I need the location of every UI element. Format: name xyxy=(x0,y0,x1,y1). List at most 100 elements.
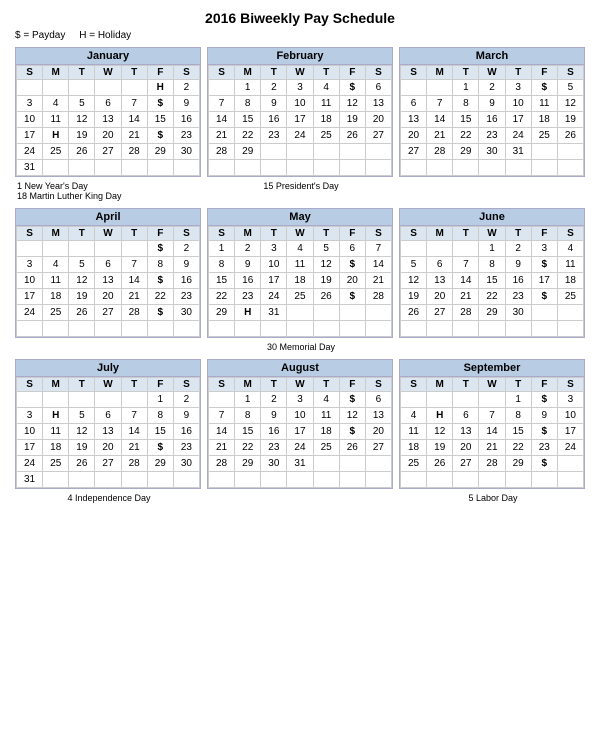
cal-cell: 11 xyxy=(43,273,69,289)
cal-cell: 11 xyxy=(313,96,339,112)
cal-cell xyxy=(95,80,121,96)
cal-cell: 12 xyxy=(427,424,453,440)
cal-cell xyxy=(69,80,95,96)
notes-cell xyxy=(399,342,585,352)
cal-cell xyxy=(121,472,147,488)
calendar-row-0: JanuarySMTWTFSH234567$91011121314151617H… xyxy=(15,47,585,177)
table-row: 10111213141516 xyxy=(17,424,200,440)
cal-cell xyxy=(427,472,453,488)
cal-cell: 27 xyxy=(95,305,121,321)
cal-cell: 15 xyxy=(147,424,173,440)
table-row: 12 xyxy=(17,392,200,408)
cal-cell: 15 xyxy=(235,112,261,128)
cal-cell xyxy=(209,321,235,337)
cal-cell: 7 xyxy=(209,408,235,424)
notes-cell: 4 Independence Day xyxy=(15,493,201,503)
cal-cell: 8 xyxy=(505,408,531,424)
cal-cell: 25 xyxy=(557,289,583,305)
cal-cell: 17 xyxy=(557,424,583,440)
calendar-january: JanuarySMTWTFSH234567$91011121314151617H… xyxy=(15,47,201,177)
day-header: T xyxy=(261,66,287,80)
notes-cell: 30 Memorial Day xyxy=(207,342,393,352)
cal-cell: 19 xyxy=(339,112,365,128)
cal-cell xyxy=(147,160,173,176)
day-header: S xyxy=(209,378,235,392)
cal-cell: 13 xyxy=(95,273,121,289)
cal-cell: $ xyxy=(531,456,557,472)
cal-cell: 4 xyxy=(43,257,69,273)
day-header: T xyxy=(505,66,531,80)
table-row: 2829 xyxy=(209,144,392,160)
cal-cell xyxy=(531,144,557,160)
cal-cell xyxy=(427,392,453,408)
calendar-may: MaySMTWTFS123456789101112$14151617181920… xyxy=(207,208,393,338)
calendar-grid-july: SMTWTFS123H56789101112131415161718192021… xyxy=(16,377,200,488)
table-row: 6789101112 xyxy=(401,96,584,112)
cal-cell: 23 xyxy=(235,289,261,305)
table-row: 1234$6 xyxy=(209,80,392,96)
cal-cell: H xyxy=(235,305,261,321)
table-row: 1234567 xyxy=(209,241,392,257)
day-header: S xyxy=(401,378,427,392)
table-row xyxy=(17,321,200,337)
table-row: 2627282930 xyxy=(401,305,584,321)
cal-cell: 4 xyxy=(557,241,583,257)
cal-cell xyxy=(209,472,235,488)
cal-cell: 26 xyxy=(69,456,95,472)
table-row: 17H192021$23 xyxy=(17,128,200,144)
cal-cell: 28 xyxy=(209,144,235,160)
cal-cell xyxy=(209,80,235,96)
cal-cell: 18 xyxy=(43,440,69,456)
cal-cell: 25 xyxy=(531,128,557,144)
cal-cell: 10 xyxy=(505,96,531,112)
cal-cell: 17 xyxy=(17,440,43,456)
cal-cell: 9 xyxy=(173,96,199,112)
cal-cell xyxy=(121,392,147,408)
day-header: F xyxy=(339,378,365,392)
cal-cell: $ xyxy=(531,289,557,305)
cal-cell: $ xyxy=(531,257,557,273)
cal-cell: 29 xyxy=(209,305,235,321)
calendar-august: AugustSMTWTFS1234$6789101112131415161718… xyxy=(207,359,393,489)
table-row xyxy=(209,472,392,488)
calendar-title-june: June xyxy=(400,209,584,226)
cal-cell: 17 xyxy=(261,273,287,289)
cal-cell: 28 xyxy=(365,289,391,305)
cal-cell: 16 xyxy=(261,424,287,440)
cal-cell: 16 xyxy=(479,112,505,128)
cal-cell xyxy=(235,472,261,488)
cal-cell: 29 xyxy=(479,305,505,321)
cal-cell: 14 xyxy=(479,424,505,440)
cal-cell: 21 xyxy=(427,128,453,144)
cal-cell: 4 xyxy=(313,80,339,96)
table-row: 18192021222324 xyxy=(401,440,584,456)
day-header: T xyxy=(121,378,147,392)
cal-cell: 26 xyxy=(401,305,427,321)
cal-cell: $ xyxy=(339,289,365,305)
cal-cell: 23 xyxy=(531,440,557,456)
cal-cell: 15 xyxy=(209,273,235,289)
cal-cell xyxy=(401,392,427,408)
day-header: F xyxy=(339,227,365,241)
legend: $ = Payday H = Holiday xyxy=(15,30,585,41)
cal-cell xyxy=(479,392,505,408)
cal-cell: 11 xyxy=(313,408,339,424)
calendar-title-april: April xyxy=(16,209,200,226)
cal-cell: 10 xyxy=(287,408,313,424)
cal-cell: 1 xyxy=(235,80,261,96)
table-row: 2425262728$30 xyxy=(17,305,200,321)
table-row: 3456789 xyxy=(17,257,200,273)
cal-cell: 15 xyxy=(147,112,173,128)
cal-cell xyxy=(147,472,173,488)
cal-cell: $ xyxy=(531,392,557,408)
cal-cell: 27 xyxy=(453,456,479,472)
cal-cell: 22 xyxy=(235,128,261,144)
cal-cell: 20 xyxy=(401,128,427,144)
cal-cell xyxy=(17,321,43,337)
day-header: S xyxy=(365,378,391,392)
cal-cell: 27 xyxy=(365,440,391,456)
cal-cell: 18 xyxy=(557,273,583,289)
cal-cell: 3 xyxy=(287,392,313,408)
cal-cell: 2 xyxy=(261,392,287,408)
cal-cell: 7 xyxy=(121,96,147,112)
